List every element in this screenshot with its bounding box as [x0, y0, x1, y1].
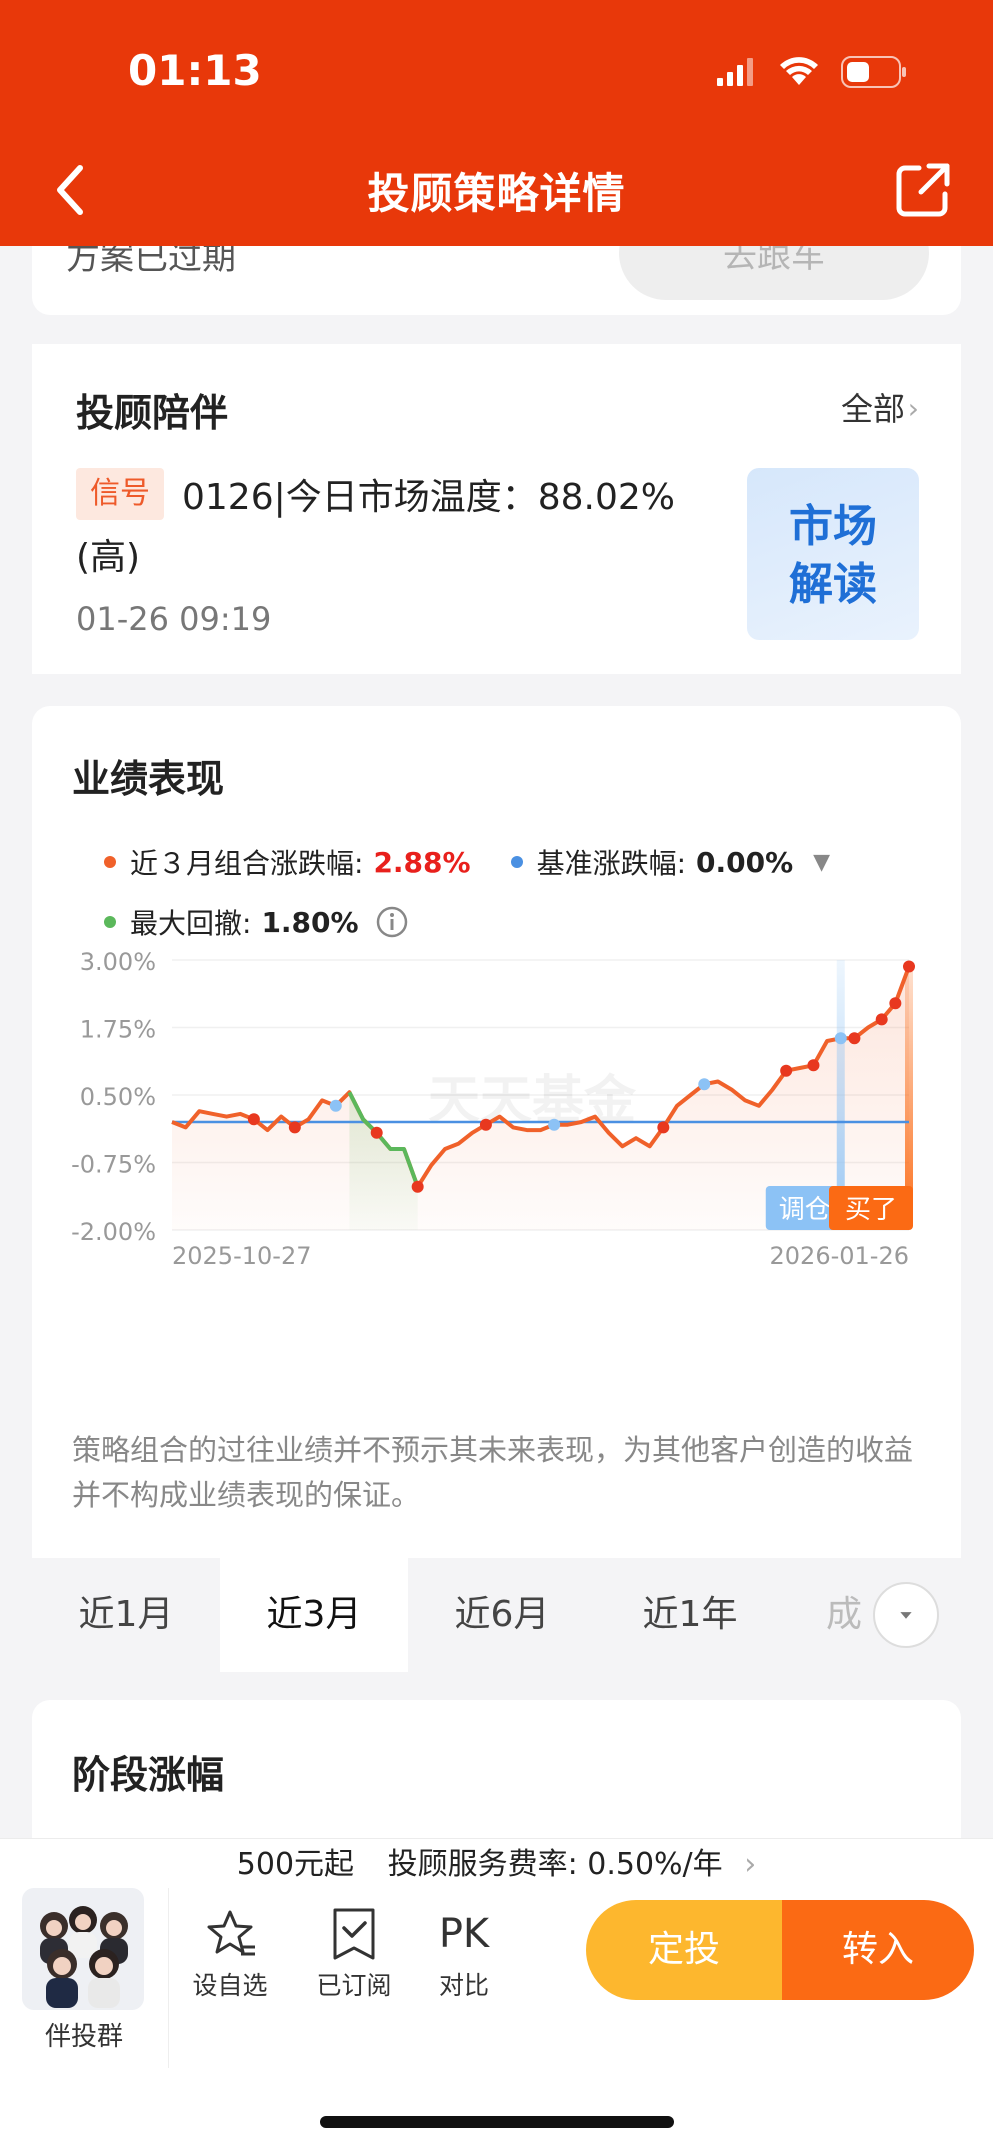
- status-time: 01:13: [128, 46, 262, 95]
- portfolio-point: [479, 1118, 492, 1131]
- page-title: 投顾策略详情: [367, 169, 626, 218]
- stage-title: 阶段涨幅: [72, 1753, 225, 1797]
- portfolio-point: [247, 1113, 260, 1126]
- portfolio-point: [807, 1059, 820, 1072]
- performance-chart[interactable]: 3.00%1.75%0.50%-0.75%-2.00%天天基金调仓 买了2025-…: [32, 946, 961, 1386]
- tab-6m[interactable]: 近6月: [408, 1558, 596, 1672]
- star-add-icon: [207, 1910, 255, 1956]
- portfolio-point: [848, 1032, 861, 1045]
- portfolio-point: [889, 997, 902, 1010]
- y-tick-label: 3.00%: [80, 948, 156, 976]
- chevron-right-icon: ›: [907, 392, 919, 425]
- event-point: [698, 1078, 711, 1091]
- buy-button[interactable]: 转入: [782, 1900, 974, 2000]
- tab-1m[interactable]: 近1月: [32, 1558, 220, 1672]
- market-insight-tile[interactable]: 市场 解读: [747, 468, 919, 640]
- event-point: [329, 1099, 342, 1112]
- y-tick-label: 1.75%: [80, 1016, 156, 1044]
- drawdown-legend-dot: [104, 916, 116, 928]
- legend-portfolio-label: 近３月组合涨跌幅:: [130, 847, 364, 880]
- adjust-marker-bar: [836, 960, 845, 1222]
- compare-label: 对比: [438, 1971, 489, 2000]
- portfolio-point: [411, 1180, 424, 1193]
- portfolio-point: [657, 1121, 670, 1134]
- signal-text[interactable]: 0126|今日市场温度：88.02%(高): [76, 468, 716, 588]
- pk-icon: PK: [438, 1911, 490, 1957]
- portfolio-point: [370, 1126, 383, 1139]
- legend-drawdown-label: 最大回撤:: [130, 907, 252, 940]
- advisor-all-link[interactable]: 全部: [841, 384, 905, 430]
- portfolio-point: [875, 1013, 888, 1026]
- share-icon[interactable]: [895, 162, 951, 218]
- legend-portfolio-value: 2.88%: [373, 845, 471, 879]
- caret-down-icon[interactable]: ▼: [813, 850, 830, 875]
- portfolio-point: [288, 1121, 301, 1134]
- benchmark-legend-dot: [510, 856, 523, 868]
- home-indicator: [320, 2116, 674, 2128]
- fee-prefix: 500元起: [236, 1847, 355, 1882]
- fee-text: 投顾服务费率: 0.50%/年: [387, 1847, 723, 1882]
- group-avatar[interactable]: [22, 1888, 144, 2010]
- chevron-down-icon[interactable]: [873, 1582, 939, 1648]
- info-icon[interactable]: [375, 905, 409, 939]
- tab-1y[interactable]: 近1年: [596, 1558, 784, 1672]
- bottom-bar: 伴投群 设自选 已订阅 PK 对比 定投 转入: [0, 1888, 993, 2151]
- watchlist-label: 设自选: [192, 1971, 268, 2000]
- market-tile-line2: 解读: [789, 559, 877, 610]
- buy-tag: 买了: [845, 1195, 897, 1225]
- chevron-right-icon: ›: [744, 1847, 757, 1882]
- legend-drawdown-value: 1.80%: [261, 905, 359, 939]
- subscribed-button[interactable]: 已订阅: [304, 1902, 404, 2002]
- watchlist-button[interactable]: 设自选: [180, 1902, 280, 2002]
- portfolio-legend-dot: [104, 856, 116, 868]
- event-point: [834, 1032, 847, 1045]
- subscribed-icon: [333, 1908, 375, 1960]
- adjust-tag: 调仓: [779, 1195, 831, 1225]
- legend-row-2: 最大回撤: 1.80%: [104, 902, 409, 942]
- advisor-card: 投顾陪伴 全部 › 0126|今日市场温度：88.02%(高) 信号 01-26…: [32, 344, 961, 674]
- y-tick-label: 0.50%: [80, 1083, 156, 1111]
- fee-bar[interactable]: 500元起 投顾服务费率: 0.50%/年 ›: [0, 1838, 993, 1890]
- subscribed-label: 已订阅: [316, 1971, 392, 2000]
- header: 01:13 投顾策略详情: [0, 0, 993, 246]
- legend-benchmark-label: 基准涨跌幅:: [536, 847, 687, 880]
- market-tile-line1: 市场: [789, 501, 877, 552]
- x-tick-label: 2025-10-27: [172, 1242, 311, 1270]
- signal-time: 01-26 09:19: [76, 600, 272, 638]
- sip-button[interactable]: 定投: [586, 1900, 782, 2000]
- y-tick-label: -2.00%: [71, 1218, 156, 1246]
- event-point: [548, 1118, 561, 1131]
- legend-benchmark-value: 0.00%: [696, 845, 794, 879]
- signal-tag: 信号: [76, 468, 164, 520]
- status-icons: [717, 56, 907, 88]
- wifi-icon: [780, 57, 818, 85]
- group-label: 伴投群: [44, 2022, 123, 2052]
- buy-marker-bar: [905, 966, 913, 1222]
- disclaimer: 策略组合的过往业绩并不预示其未来表现，为其他客户创造的收益并不构成业绩表现的保证…: [72, 1433, 914, 1512]
- advisor-title: 投顾陪伴: [76, 391, 229, 435]
- legend-row-1: 近３月组合涨跌幅: 2.88% 基准涨跌幅: 0.00% ▼: [104, 842, 830, 882]
- period-tabs: 近1月 近3月 近6月 近1年 成: [32, 1558, 961, 1672]
- compare-button[interactable]: PK 对比: [414, 1902, 514, 2002]
- performance-title: 业绩表现: [72, 757, 225, 801]
- performance-card: 业绩表现 近３月组合涨跌幅: 2.88% 基准涨跌幅: 0.00% ▼ 最大回撤…: [32, 706, 961, 1558]
- x-tick-label: 2026-01-26: [770, 1242, 909, 1270]
- signal-icon: [717, 58, 753, 86]
- tab-3m[interactable]: 近3月: [220, 1558, 408, 1672]
- screen: 01:13 投顾策略详情 方案已过期 去跟车 投顾陪伴 全部 › 0126|今日…: [0, 0, 993, 2151]
- battery-icon: [841, 56, 906, 88]
- y-tick-label: -0.75%: [71, 1151, 156, 1179]
- portfolio-point: [780, 1064, 793, 1077]
- portfolio-point: [903, 960, 915, 973]
- divider: [168, 1888, 169, 2068]
